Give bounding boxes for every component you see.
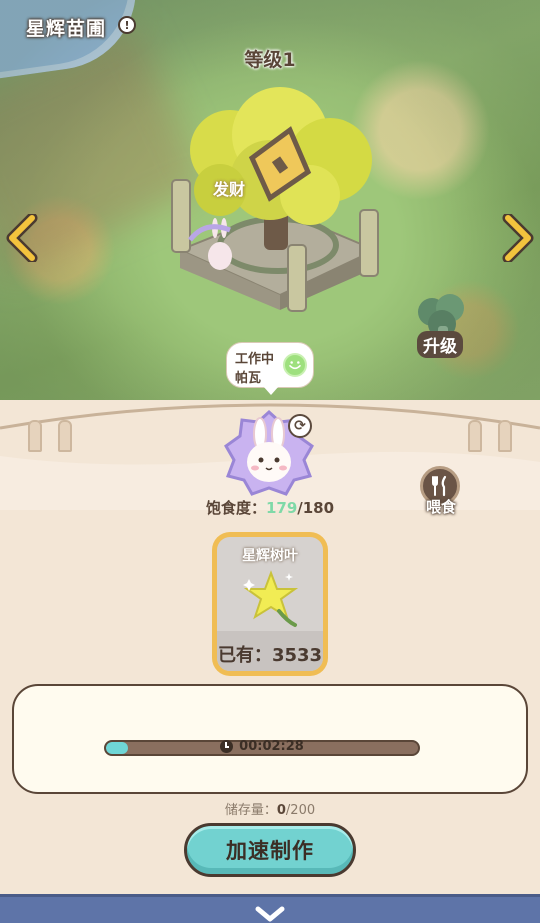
worker-bubble[interactable]: 工作中 帕瓦 — [226, 342, 314, 395]
owned-value: 3533 — [271, 645, 323, 666]
tree-icon[interactable] — [160, 80, 390, 320]
fence-post — [28, 420, 42, 452]
product-card[interactable]: 星辉树叶 已有：3533 — [212, 532, 328, 676]
product-card-inner: 星辉树叶 已有：3533 — [217, 537, 323, 671]
garden-title: 星辉苗圃 — [26, 18, 107, 40]
satiety-label: 饱食度： — [205, 499, 266, 517]
info-icon[interactable]: ! — [118, 16, 136, 34]
chevron-down-icon[interactable] — [254, 905, 286, 923]
fence-post — [58, 420, 72, 452]
level-label: 等级1 — [244, 49, 296, 71]
product-name: 星辉树叶 — [242, 548, 298, 564]
sparkle-label: 发财 — [213, 180, 246, 199]
production-time-left: 00:02:28 — [239, 739, 304, 754]
satiety-current: 179 — [265, 499, 298, 517]
satiety-max: /180 — [297, 499, 335, 517]
smile-icon — [283, 353, 307, 377]
storage-readout: 储存量：0/200 — [0, 799, 540, 818]
fence-post — [468, 420, 482, 452]
storage-max: /200 — [285, 803, 316, 818]
swap-icon[interactable]: ⟳ — [288, 414, 312, 438]
worker-name: 帕瓦 — [235, 371, 262, 386]
clock-icon — [220, 740, 234, 753]
upgrade-button[interactable]: 升级 — [417, 331, 463, 358]
arrow-right-icon[interactable] — [500, 214, 534, 262]
star-leaf-icon — [243, 570, 299, 627]
owned-readout: 已有：3533 — [217, 641, 323, 667]
storage-label: 储存量： — [224, 803, 277, 818]
production-timer: 00:02:28 — [104, 739, 420, 754]
speed-up-button[interactable]: 加速制作 — [184, 823, 356, 877]
storage-current: 0 — [276, 803, 286, 818]
owned-label: 已有： — [217, 645, 272, 666]
worker-status: 工作中 — [235, 352, 275, 367]
arrow-left-icon[interactable] — [6, 214, 40, 262]
fence-post — [498, 420, 512, 452]
feed-label[interactable]: 喂食 — [418, 496, 464, 517]
fork-knife-icon — [432, 475, 447, 497]
